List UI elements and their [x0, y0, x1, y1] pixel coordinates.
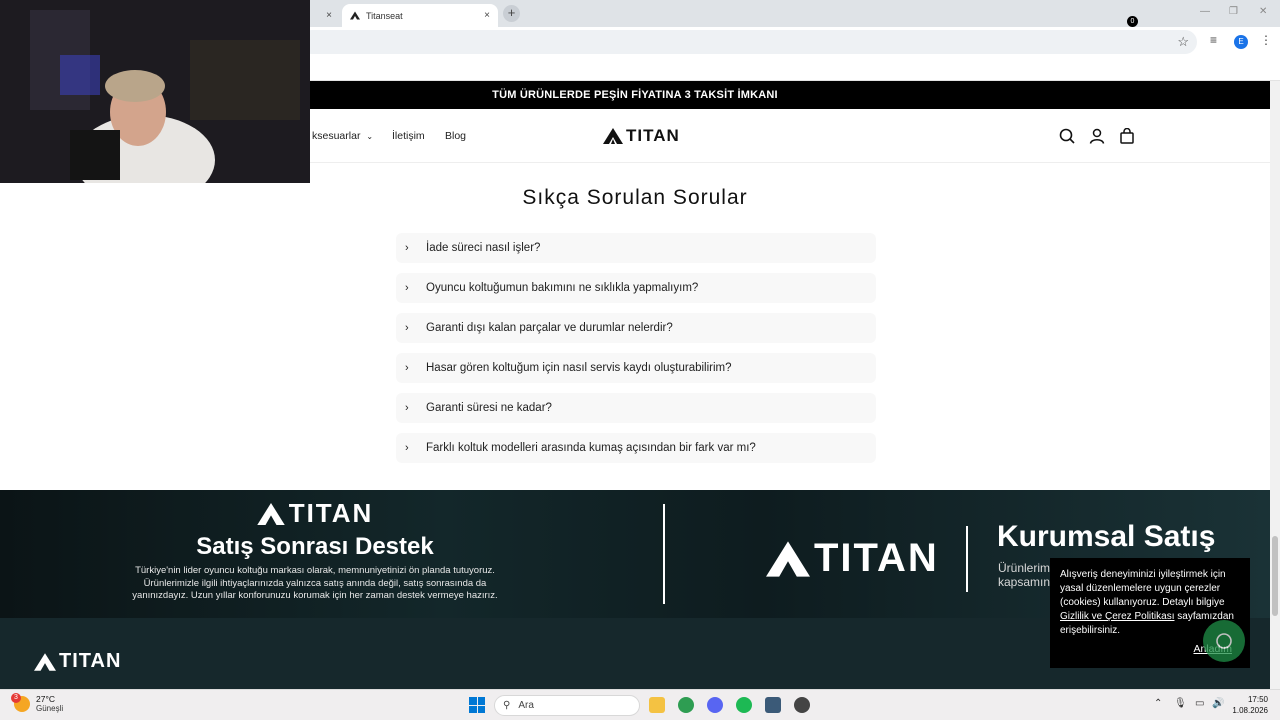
faq-item[interactable]: › Garanti dışı kalan parçalar ve durumla…: [396, 313, 876, 343]
bag-icon[interactable]: [1119, 128, 1135, 144]
chevron-right-icon: ›: [405, 442, 409, 454]
faq-title: Sıkça Sorulan Sorular: [522, 186, 748, 209]
whatsapp-icon[interactable]: [1203, 620, 1245, 662]
weather-condition: Güneşli: [36, 704, 64, 713]
titan-favicon-icon: [350, 11, 360, 21]
after-sales-body: Türkiye'nin lider oyuncu koltuğu markası…: [132, 565, 498, 601]
faq-item[interactable]: › Oyuncu koltuğumun bakımını ne sıklıkla…: [396, 273, 876, 303]
nav-item-blog[interactable]: Blog: [445, 130, 466, 142]
minimize-icon[interactable]: —: [1200, 6, 1210, 17]
user-icon[interactable]: [1089, 128, 1105, 144]
window-close-icon[interactable]: ✕: [1259, 6, 1267, 17]
banner-logo-text: TITAN: [288, 498, 374, 528]
site-logo[interactable]: TITAN: [603, 126, 680, 146]
clock-time: 17:50: [1247, 695, 1268, 704]
banner-divider: [663, 504, 665, 604]
after-sales-heading: Satış Sonrası Destek: [196, 533, 434, 560]
microphone-icon[interactable]: 🎙: [1174, 698, 1187, 709]
omnibox[interactable]: ☆: [300, 30, 1197, 54]
page-scrollbar[interactable]: [1270, 81, 1280, 689]
faq-item[interactable]: › Garanti süresi ne kadar?: [396, 393, 876, 423]
titan-logo-icon: [34, 652, 56, 671]
windows-taskbar: 3 27°C Güneşli ⚲ Ara ⌃ 🎙 ▭ 🔊 17:50 1.08.…: [0, 689, 1280, 720]
maximize-icon[interactable]: ❐: [1229, 6, 1238, 17]
tray-chevron-icon[interactable]: ⌃: [1154, 698, 1162, 709]
faq-item[interactable]: › Farklı koltuk modelleri arasında kumaş…: [396, 433, 876, 463]
cart-count-badge: 0: [1127, 16, 1138, 27]
new-tab-button[interactable]: +: [503, 5, 520, 22]
faq-item[interactable]: › Hasar gören koltuğum için nasıl servis…: [396, 353, 876, 383]
scrollbar-thumb[interactable]: [1272, 536, 1278, 616]
file-explorer-icon[interactable]: [649, 697, 665, 713]
nav-label: ksesuarlar: [312, 130, 361, 142]
cookie-text: Alışveriş deneyiminizi iyileştirmek için…: [1060, 569, 1226, 608]
clock-date: 1.08.2026: [1232, 706, 1268, 715]
chevron-right-icon: ›: [405, 242, 409, 254]
webcam-feed: [0, 0, 310, 183]
corporate-logo: TITAN: [766, 536, 939, 581]
reading-list-icon[interactable]: ≡: [1210, 33, 1217, 47]
faq-question: Garanti süresi ne kadar?: [426, 402, 552, 414]
taskbar-search[interactable]: ⚲ Ara: [494, 695, 640, 716]
faq-question: Hasar gören koltuğum için nasıl servis k…: [426, 362, 732, 374]
spotify-icon[interactable]: [736, 697, 752, 713]
faq-question: İade süreci nasıl işler?: [426, 242, 541, 254]
close-tab-icon[interactable]: ×: [326, 10, 332, 21]
chevron-down-icon: ⌄: [366, 132, 374, 141]
banner-logo: TITAN: [120, 498, 510, 529]
taskbar-clock[interactable]: 17:50 1.08.2026: [1230, 694, 1268, 716]
faq-question: Oyuncu koltuğumun bakımını ne sıklıkla y…: [426, 282, 699, 294]
titan-logo-icon: [603, 128, 623, 144]
titan-logo-icon: [256, 502, 285, 525]
profile-avatar[interactable]: E: [1234, 35, 1248, 49]
chevron-right-icon: ›: [405, 362, 409, 374]
banner-divider: [966, 526, 968, 592]
menu-icon[interactable]: ⋮: [1260, 33, 1272, 47]
app-icon[interactable]: [765, 697, 781, 713]
logo-text: TITAN: [626, 126, 680, 145]
faq-question: Garanti dışı kalan parçalar ve durumlar …: [426, 322, 673, 334]
windows-icon[interactable]: [469, 697, 485, 713]
faq-item[interactable]: › İade süreci nasıl işler?: [396, 233, 876, 263]
search-icon[interactable]: [1059, 128, 1075, 144]
chevron-right-icon: ›: [405, 282, 409, 294]
tab-title: Titanseat: [366, 10, 403, 21]
faq-question: Farklı koltuk modelleri arasında kumaş a…: [426, 442, 756, 454]
bookmark-star-icon[interactable]: ☆: [1177, 34, 1189, 50]
tab-titanseat[interactable]: Titanseat ×: [342, 4, 498, 27]
titan-logo-icon: [766, 540, 810, 577]
taskbar-search-placeholder: Ara: [518, 700, 534, 711]
chevron-right-icon: ›: [405, 322, 409, 334]
settings-app-icon[interactable]: [794, 697, 810, 713]
nav-item-iletisim[interactable]: İletişim: [392, 130, 425, 142]
weather-temp: 27°C: [36, 694, 55, 704]
discord-icon[interactable]: [707, 697, 723, 713]
corporate-logo-text: TITAN: [814, 536, 939, 580]
privacy-policy-link[interactable]: Gizlilik ve Çerez Politikası: [1060, 611, 1174, 622]
nav-item-aksesuarlar[interactable]: ksesuarlar ⌄: [312, 130, 373, 142]
weather-badge: 3: [11, 692, 21, 703]
search-icon: ⚲: [503, 700, 511, 711]
volume-icon[interactable]: 🔊: [1212, 698, 1224, 709]
close-tab-icon[interactable]: ×: [484, 10, 490, 21]
footer-logo[interactable]: TITAN: [34, 650, 121, 673]
webcam-overlay: [0, 0, 310, 183]
chevron-right-icon: ›: [405, 402, 409, 414]
weather-widget[interactable]: 3 27°C Güneşli: [11, 692, 64, 713]
corporate-sales-heading: Kurumsal Satış: [997, 520, 1216, 553]
footer-logo-text: TITAN: [59, 650, 122, 672]
after-sales-support-section: TITAN Satış Sonrası Destek Türkiye'nin l…: [120, 498, 510, 603]
chrome-icon[interactable]: [678, 697, 694, 713]
display-icon[interactable]: ▭: [1195, 698, 1204, 709]
sun-icon: 3: [11, 692, 30, 712]
